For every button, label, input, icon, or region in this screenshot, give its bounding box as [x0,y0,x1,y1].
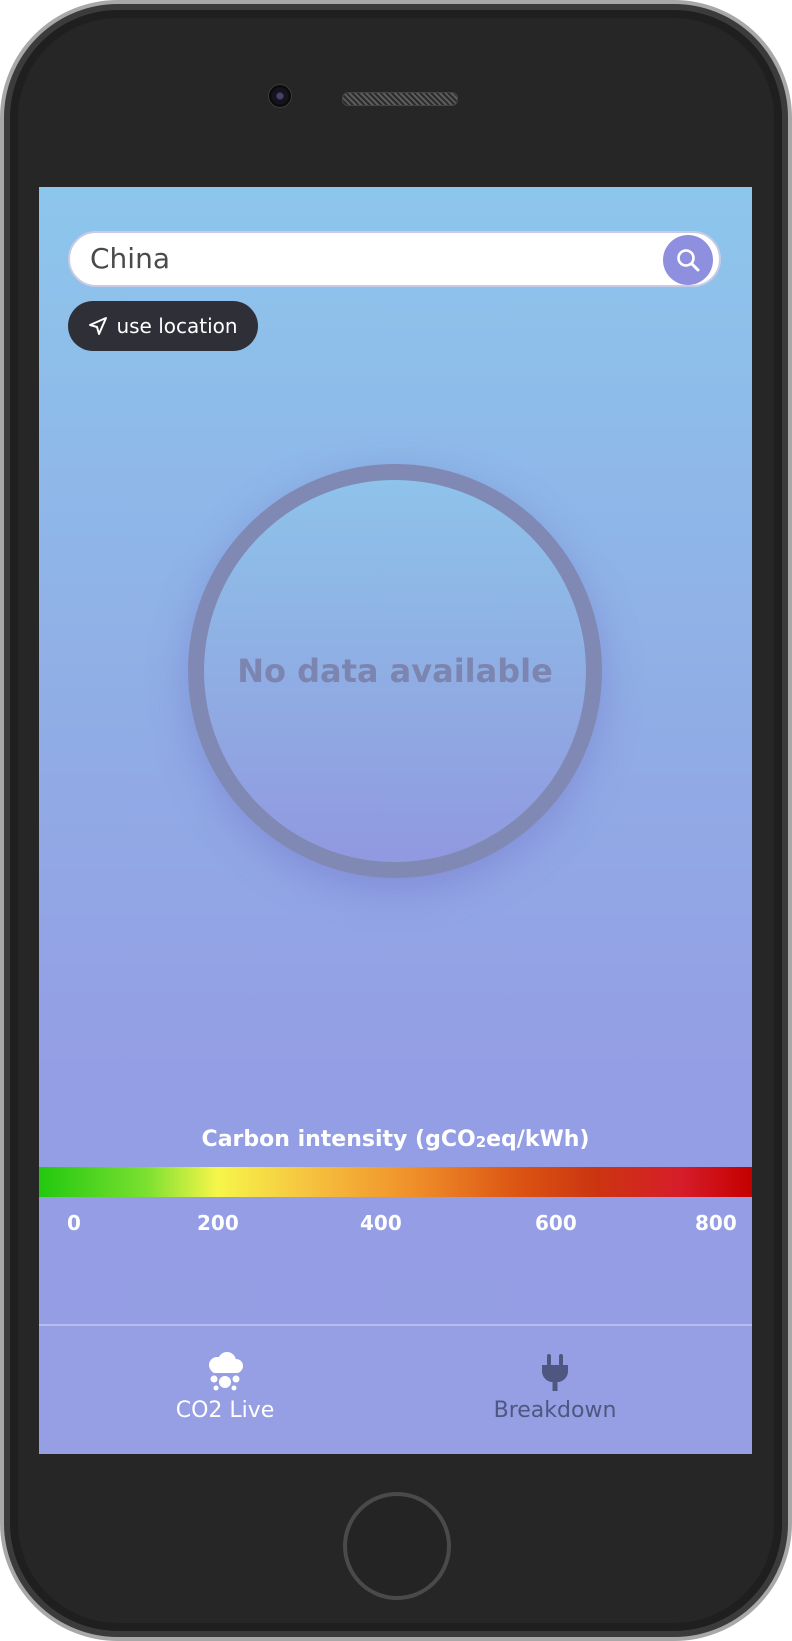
scale-tick: 800 [695,1211,737,1235]
cloud-icon [203,1350,247,1394]
search-input[interactable] [90,233,650,285]
scale-title: Carbon intensity (gCO2eq/kWh) [201,1127,590,1152]
scale-tick: 200 [197,1211,239,1235]
bottom-tab-bar: CO2 Live Breakdown [39,1324,752,1454]
search-bar [68,231,721,287]
use-location-label: use location [116,314,238,338]
search-button[interactable] [663,235,713,285]
phone-frame: use location No data available Carbon in… [0,0,792,1641]
earpiece-speaker [342,92,458,106]
front-camera [268,84,292,108]
scale-tick: 400 [360,1211,402,1235]
gauge-status-text: No data available [237,652,553,690]
tab-breakdown[interactable]: Breakdown [435,1326,675,1454]
location-arrow-icon [89,317,108,335]
plug-icon [539,1350,571,1394]
app-screen: use location No data available Carbon in… [39,187,752,1454]
carbon-intensity-gauge: No data available [188,464,602,878]
home-button[interactable] [343,1492,451,1600]
tab-breakdown-label: Breakdown [493,1398,617,1423]
scale-tick: 600 [535,1211,577,1235]
tab-co2-live[interactable]: CO2 Live [105,1326,345,1454]
use-location-button[interactable]: use location [68,301,258,351]
color-scale-bar [39,1167,752,1197]
search-icon [677,249,700,272]
scale-tick: 0 [67,1211,81,1235]
tab-co2-live-label: CO2 Live [175,1398,275,1423]
